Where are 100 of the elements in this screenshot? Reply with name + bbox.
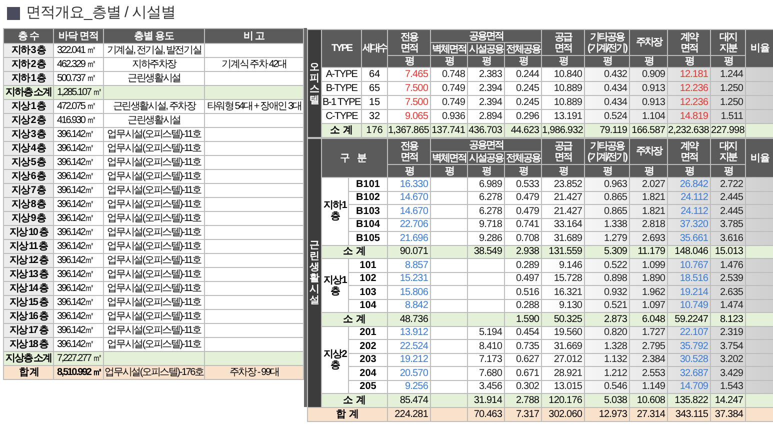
table-cell: 5.194	[468, 326, 504, 340]
table-cell: 주차장 - 99대	[204, 366, 304, 380]
table-cell: 24.112	[668, 204, 711, 218]
table-cell: 지하주차장	[104, 58, 204, 72]
column-header: 구 분	[322, 138, 388, 178]
table-cell: B104	[348, 218, 388, 232]
table-cell: 14.670	[388, 191, 430, 204]
table-cell: 31.914	[468, 394, 504, 407]
table-cell: 3.785	[710, 218, 746, 232]
table-cell: 9.718	[468, 218, 504, 232]
table-cell: 120.176	[542, 394, 585, 407]
table-cell: 24.112	[668, 191, 711, 204]
table-cell: 1.279	[584, 232, 630, 245]
table-cell: 14.670	[388, 204, 430, 218]
table-cell: 지상 6 층	[4, 170, 54, 184]
table-cell: 0.741	[504, 218, 542, 232]
unit-label: 평	[468, 164, 504, 178]
table-cell: 21.696	[388, 232, 430, 245]
table-cell: 0.434	[584, 96, 630, 110]
table-cell: 44.623	[504, 124, 542, 138]
table-cell: 6.048	[630, 312, 668, 326]
table-cell: 204	[348, 366, 388, 380]
table-cell: 업무시설(오피스텔)-11호	[104, 240, 204, 254]
table-cell: 20.570	[388, 366, 430, 380]
column-header: TYPE	[322, 30, 362, 68]
table-cell: 1.099	[630, 258, 668, 272]
table-cell: 0.749	[430, 82, 468, 96]
table-cell: 1.590	[504, 312, 542, 326]
table-cell: 224.281	[388, 407, 430, 421]
table-cell: 소 계	[322, 394, 388, 407]
table-cell: 322.041 ㎡	[54, 44, 104, 58]
table-cell: 2.553	[630, 366, 668, 380]
table-cell: 1.338	[584, 218, 630, 232]
column-header: 바닥 면적	[54, 28, 104, 44]
table-cell: 지상 11 층	[4, 240, 54, 254]
table-cell: 148.046	[668, 245, 711, 258]
table-cell: 22.107	[668, 326, 711, 340]
table-cell: 12.973	[584, 407, 630, 421]
table-cell: 15.231	[388, 272, 430, 286]
table-cell: 소 계	[322, 245, 388, 258]
table-cell: 0.522	[584, 258, 630, 272]
table-cell: 업무시설(오피스텔)-11호	[104, 310, 204, 324]
table-cell: 0.913	[630, 82, 668, 96]
table-cell: 416.930 ㎡	[54, 114, 104, 128]
table-cell: 11.179	[630, 245, 668, 258]
table-cell: 27.314	[630, 407, 668, 421]
table-cell: 37.320	[668, 218, 711, 232]
table-cell: 7.173	[468, 353, 504, 366]
column-header: 공용면적	[430, 138, 542, 152]
table-cell: 8.410	[468, 340, 504, 353]
table-cell: 0.432	[584, 68, 630, 82]
table-cell: 업무시설(오피스텔)-11호	[104, 128, 204, 142]
unit-label: 평	[430, 164, 468, 178]
table-cell: 59.2247	[668, 312, 711, 326]
table-cell: 2.722	[710, 178, 746, 191]
table-cell: 3.616	[710, 232, 746, 245]
table-cell: 근린생활시설	[104, 114, 204, 128]
table-cell: 7.317	[504, 407, 542, 421]
table-cell: 업무시설(오피스텔)-11호	[104, 156, 204, 170]
table-cell: 7.500	[388, 82, 430, 96]
table-cell: 업무시설(오피스텔)-11호	[104, 254, 204, 268]
table-cell: 30.528	[668, 353, 711, 366]
table-cell: 1.476	[710, 258, 746, 272]
column-header: 전용 면적	[388, 30, 430, 56]
unit-label: 평	[388, 164, 430, 178]
table-cell: 1.821	[630, 191, 668, 204]
unit-label: 평	[388, 56, 430, 68]
column-header: 기타공용 (기계/전기)	[584, 138, 630, 164]
table-cell: 227.998	[710, 124, 746, 138]
table-cell: 35.792	[668, 340, 711, 353]
table-cell: 396.142㎡	[54, 128, 104, 142]
table-cell: 8.857	[388, 258, 430, 272]
table-cell: 2.818	[630, 218, 668, 232]
table-cell: 3.202	[710, 353, 746, 366]
column-header: 계약 면적	[668, 30, 711, 56]
table-cell: 0.671	[504, 366, 542, 380]
table-cell: 38.549	[468, 245, 504, 258]
table-cell: B103	[348, 204, 388, 218]
table-cell: 9.286	[468, 232, 504, 245]
table-cell: 7,227.277 ㎡	[54, 352, 104, 366]
table-cell: 0.913	[630, 96, 668, 110]
table-cell: 근린생활시설, 주차장	[104, 100, 204, 114]
table-cell: 1.132	[584, 353, 630, 366]
table-cell: 15	[362, 96, 388, 110]
table-cell: 202	[348, 340, 388, 353]
table-cell: 50.325	[542, 312, 585, 326]
table-cell: 2,232.638	[668, 124, 711, 138]
table-cell: 지상 3 층	[4, 128, 54, 142]
table-cell: 16.321	[542, 286, 585, 299]
table-cell: 0.627	[504, 353, 542, 366]
table-cell: 21.427	[542, 191, 585, 204]
column-header: 층 수	[4, 28, 54, 44]
table-cell: 19.560	[542, 326, 585, 340]
table-cell: 103	[348, 286, 388, 299]
table-cell: 지상 5 층	[4, 156, 54, 170]
table-cell: 2.873	[584, 312, 630, 326]
unit-label: 평	[542, 56, 585, 68]
column-header: 대지 지분	[710, 138, 746, 164]
table-cell: 합 계	[308, 407, 388, 421]
table-cell: 0.245	[504, 82, 542, 96]
